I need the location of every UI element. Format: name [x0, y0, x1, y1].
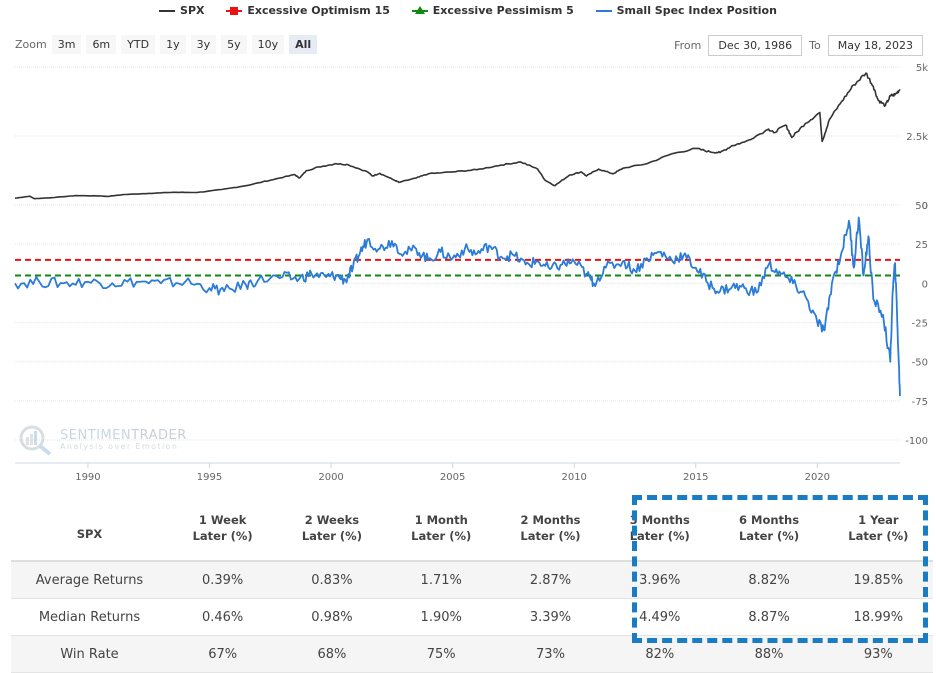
table-header: 2 Weeks Later (%) — [277, 495, 387, 562]
to-date-input[interactable]: May 18, 2023 — [827, 35, 923, 56]
table-cell: 68% — [277, 635, 387, 673]
date-range: From Dec 30, 1986 To May 18, 2023 — [674, 35, 930, 56]
logo-tagline: Analysis over Emotion — [60, 442, 179, 451]
table-cell: 19.85% — [823, 561, 933, 599]
legend-item-pessimism[interactable]: Excessive Pessimism 5 — [411, 4, 574, 17]
table-cell: 82% — [605, 635, 715, 673]
zoom-button-ytd[interactable]: YTD — [121, 35, 156, 54]
chart-legend: SPX Excessive Optimism 15 Excessive Pess… — [0, 4, 936, 19]
triangle-marker-icon — [411, 5, 428, 16]
table-cell: 75% — [386, 635, 496, 673]
zoom-button-5y[interactable]: 5y — [221, 35, 247, 54]
legend-item-optimism[interactable]: Excessive Optimism 15 — [226, 4, 390, 17]
table-header: 3 Months Later (%) — [605, 495, 715, 562]
zoom-button-3y[interactable]: 3y — [190, 35, 217, 54]
to-label: To — [809, 39, 821, 52]
series-lines — [14, 72, 901, 397]
y-tick-label: -75 — [912, 397, 928, 408]
x-tick-label: 2010 — [561, 472, 586, 483]
table-row: Median Returns 0.46% 0.98% 1.90% 3.39% 4… — [11, 598, 933, 636]
legend-label: Small Spec Index Position — [616, 4, 777, 17]
table-header: 6 Months Later (%) — [714, 495, 824, 562]
y-tick-label: -25 — [912, 319, 928, 330]
table-cell: 4.49% — [605, 598, 715, 636]
zoom-button-10y[interactable]: 10y — [251, 35, 285, 54]
legend-label: Excessive Optimism 15 — [247, 4, 390, 17]
table-header-row: SPX 1 Week Later (%) 2 Weeks Later (%) 1 M… — [11, 495, 933, 562]
table-cell: 88% — [714, 635, 824, 673]
logo-brand: SENTIMENTRADER — [60, 428, 187, 443]
from-date-input[interactable]: Dec 30, 1986 — [708, 35, 803, 56]
row-label: Average Returns — [11, 561, 168, 599]
table-cell: 0.98% — [277, 598, 387, 636]
sentimentrader-logo: SENTIMENTRADER Analysis over Emotion — [18, 424, 187, 456]
zoom-button-6m[interactable]: 6m — [86, 35, 117, 54]
table-header: 1 Week Later (%) — [168, 495, 278, 562]
from-label: From — [674, 39, 702, 52]
forward-returns-table: SPX 1 Week Later (%) 2 Weeks Later (%) 1 M… — [11, 495, 933, 673]
x-tick-label: 2015 — [683, 472, 708, 483]
zoom-button-1y[interactable]: 1y — [160, 35, 186, 54]
logo-magnifier-icon — [19, 425, 52, 456]
y-tick-label: -50 — [912, 358, 928, 369]
y-tick-label: 50 — [915, 201, 928, 212]
table-cell: 73% — [495, 635, 606, 673]
table-header: 2 Months Later (%) — [495, 495, 606, 562]
table-cell: 8.82% — [714, 561, 824, 599]
table-header: 1 Year Later (%) — [823, 495, 933, 562]
zoom-button-3m[interactable]: 3m — [51, 35, 82, 54]
zoom-selector: Zoom 3m 6m YTD 1y 3y 5y 10y All — [15, 35, 322, 54]
table-header: SPX — [11, 495, 168, 562]
y-tick-label: 2.5k — [906, 132, 928, 143]
zoom-label: Zoom — [15, 38, 47, 51]
row-label: Median Returns — [11, 598, 168, 636]
table-cell: 0.39% — [168, 561, 278, 599]
table-cell: 1.71% — [386, 561, 496, 599]
x-tick-label: 2005 — [440, 472, 465, 483]
table-cell: 3.39% — [495, 598, 606, 636]
line-icon — [159, 6, 176, 16]
x-axis: 1990 1995 2000 2005 2010 2015 2020 — [15, 462, 900, 483]
table-cell: 2.87% — [495, 561, 606, 599]
x-tick-label: 2020 — [805, 472, 830, 483]
y-axis-labels: 02.5k5k-100-75-50-2502550 — [905, 63, 928, 447]
zoom-button-all[interactable]: All — [289, 35, 318, 54]
x-tick-label: 1995 — [197, 472, 222, 483]
legend-item-small-spec[interactable]: Small Spec Index Position — [595, 4, 777, 17]
table-cell: 67% — [168, 635, 278, 673]
x-tick-label: 2000 — [318, 472, 343, 483]
y-tick-label: 5k — [916, 63, 928, 74]
table-row: Win Rate 67% 68% 75% 73% 82% 88% 93% — [11, 635, 933, 673]
table-cell: 0.83% — [277, 561, 387, 599]
row-label: Win Rate — [11, 635, 168, 673]
line-icon — [595, 6, 612, 16]
table-cell: 18.99% — [823, 598, 933, 636]
table-cell: 8.87% — [714, 598, 824, 636]
table-cell: 0.46% — [168, 598, 278, 636]
square-marker-icon — [226, 6, 243, 16]
y-tick-label: 25 — [915, 240, 928, 251]
table-header: 1 Month Later (%) — [386, 495, 496, 562]
y-tick-label: -100 — [905, 436, 928, 447]
table-row: Average Returns 0.39% 0.83% 1.71% 2.87% … — [11, 561, 933, 599]
table-cell: 93% — [823, 635, 933, 673]
table-cell: 1.90% — [386, 598, 496, 636]
table-cell: 3.96% — [605, 561, 715, 599]
legend-label: SPX — [180, 4, 205, 17]
x-tick-label: 1990 — [75, 472, 100, 483]
legend-item-spx[interactable]: SPX — [159, 4, 205, 17]
legend-label: Excessive Pessimism 5 — [432, 4, 574, 17]
y-tick-label: 0 — [922, 279, 928, 290]
